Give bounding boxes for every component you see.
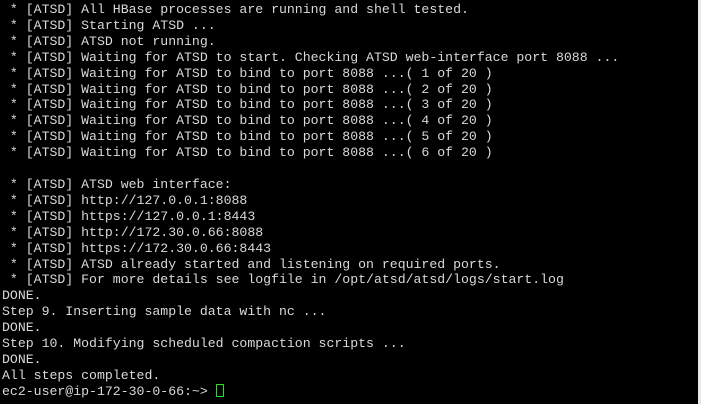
output-line: * [ATSD] Waiting for ATSD to bind to por…	[2, 113, 493, 129]
output-line: * [ATSD] ATSD not running.	[2, 33, 216, 49]
output-line: * [ATSD] ATSD already started and listen…	[2, 256, 501, 272]
output-line: * [ATSD] https://127.0.0.1:8443	[2, 208, 256, 224]
output-line: * [ATSD] http://127.0.0.1:8088	[2, 192, 248, 208]
output-line: All steps completed.	[2, 367, 161, 383]
output-line: DONE.	[2, 320, 42, 336]
output-line: * [ATSD] Waiting for ATSD to start. Chec…	[2, 49, 620, 65]
text-cursor	[215, 383, 224, 397]
output-line: * [ATSD] Waiting for ATSD to bind to por…	[2, 145, 493, 161]
output-line: * [ATSD] Waiting for ATSD to bind to por…	[2, 65, 493, 81]
output-line: * [ATSD] http://172.30.0.66:8088	[2, 224, 264, 240]
output-line: DONE.	[2, 288, 42, 304]
output-line: Step 10. Modifying scheduled compaction …	[2, 336, 406, 352]
command-line[interactable]: ec2-user@ip-172-30-0-66:~>	[2, 383, 697, 400]
terminal-output: * [ATSD] All HBase processes are running…	[2, 2, 697, 400]
output-line: * [ATSD] https://172.30.0.66:8443	[2, 240, 272, 256]
terminal-window[interactable]: * [ATSD] All HBase processes are running…	[0, 0, 701, 404]
shell-prompt: ec2-user@ip-172-30-0-66:~>	[2, 383, 216, 399]
output-line: * [ATSD] Waiting for ATSD to bind to por…	[2, 81, 493, 97]
output-line: DONE.	[2, 351, 42, 367]
output-line: * [ATSD] Starting ATSD ...	[2, 17, 216, 33]
output-line: Step 9. Inserting sample data with nc ..…	[2, 304, 327, 320]
output-line: * [ATSD] For more details see logfile in…	[2, 272, 564, 288]
output-line: * [ATSD] ATSD web interface:	[2, 176, 232, 192]
output-line: * [ATSD] All HBase processes are running…	[2, 2, 469, 17]
output-line: * [ATSD] Waiting for ATSD to bind to por…	[2, 97, 493, 113]
output-line: * [ATSD] Waiting for ATSD to bind to por…	[2, 129, 493, 145]
